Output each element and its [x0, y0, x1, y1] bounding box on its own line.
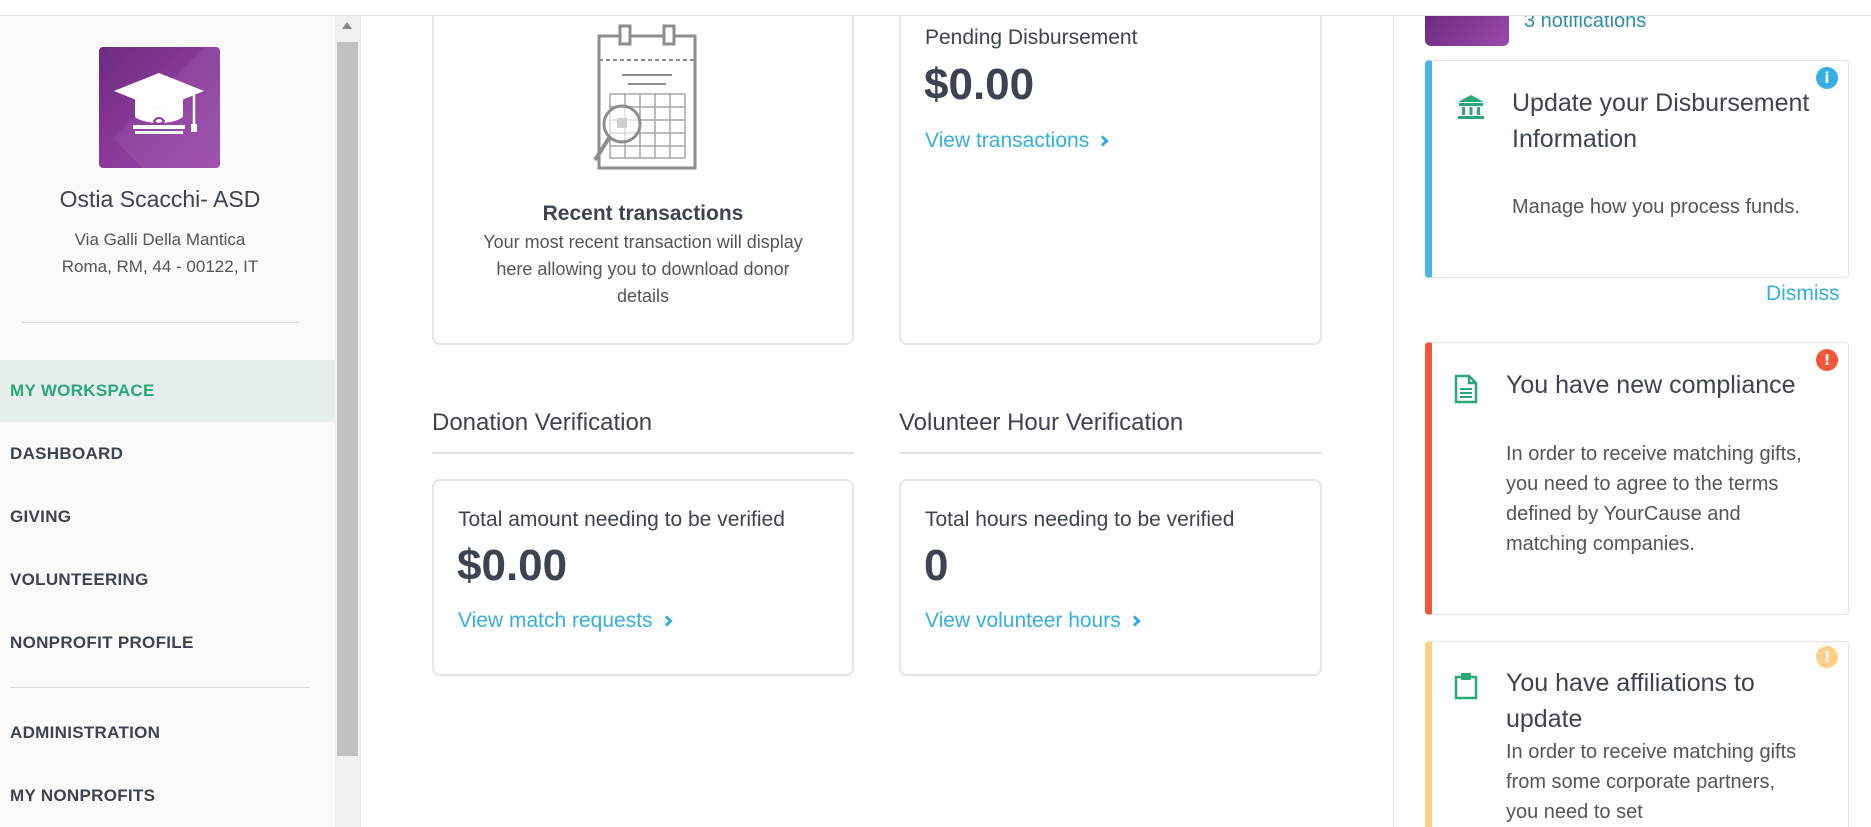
- info-icon: i: [1816, 67, 1838, 89]
- notification-disbursement[interactable]: Update your Disbursement Information Man…: [1425, 60, 1849, 278]
- nav-my-nonprofits[interactable]: MY NONPROFITS: [0, 765, 335, 827]
- recent-transactions-card: Recent transactions Your most recent tra…: [432, 0, 854, 345]
- nav-my-workspace[interactable]: MY WORKSPACE: [0, 360, 335, 422]
- notifications-divider: [1393, 16, 1394, 827]
- view-transactions-label[interactable]: View transactions: [925, 129, 1089, 152]
- scroll-thumb[interactable]: [337, 42, 358, 756]
- top-bar: [0, 0, 1871, 16]
- document-icon: [1454, 374, 1478, 404]
- amount-to-verify-value: $0.00: [457, 541, 568, 590]
- nav-administration[interactable]: ADMINISTRATION: [0, 702, 335, 764]
- notification-body: In order to receive matching gifts, you …: [1506, 443, 1802, 555]
- dismiss-button[interactable]: Dismiss: [1766, 282, 1840, 306]
- view-match-requests-label[interactable]: View match requests: [458, 609, 653, 632]
- org-logo: [99, 47, 220, 168]
- section-divider: [899, 452, 1322, 454]
- sidebar-scrollbar[interactable]: [335, 16, 360, 827]
- nav-giving[interactable]: GIVING: [0, 486, 335, 548]
- clipboard-icon: [1454, 673, 1478, 700]
- nav-dashboard[interactable]: DASHBOARD: [0, 423, 335, 485]
- donation-verification-card: Total amount needing to be verified $0.0…: [432, 479, 854, 676]
- calendar-search-icon: [593, 24, 697, 170]
- view-volunteer-hours-label[interactable]: View volunteer hours: [925, 609, 1121, 632]
- pending-disbursement-card: Pending Disbursement $0.00 View transact…: [899, 0, 1322, 345]
- pending-disbursement-amount: $0.00: [924, 60, 1035, 109]
- view-match-requests-link[interactable]: View match requests: [458, 609, 673, 633]
- recent-transactions-title: Recent transactions: [542, 202, 744, 225]
- notification-title: You have new compliance: [1506, 371, 1796, 399]
- org-name: Ostia Scacchi- ASD: [59, 186, 261, 212]
- view-transactions-link[interactable]: View transactions: [925, 129, 1109, 153]
- address-line-1: Via Galli Della Mantica: [74, 230, 246, 249]
- view-volunteer-hours-link[interactable]: View volunteer hours: [925, 609, 1141, 633]
- volunteer-verification-heading: Volunteer Hour Verification: [899, 409, 1184, 436]
- hours-to-verify-title: Total hours needing to be verified: [925, 508, 1235, 531]
- chevron-right-icon: [1097, 135, 1109, 147]
- scroll-up-arrow-icon[interactable]: [342, 22, 352, 29]
- main-divider: [360, 16, 361, 827]
- section-divider: [432, 452, 854, 454]
- notification-body: In order to receive matching gifts from …: [1506, 741, 1797, 823]
- nav-volunteering[interactable]: VOLUNTEERING: [0, 549, 335, 611]
- notification-affiliations[interactable]: You have affiliations to update In order…: [1425, 641, 1849, 827]
- sidebar: Ostia Scacchi- ASD Via Galli Della Manti…: [0, 16, 335, 827]
- alert-icon: !: [1816, 349, 1838, 371]
- notification-compliance[interactable]: You have new compliance In order to rece…: [1425, 342, 1849, 615]
- amount-to-verify-title: Total amount needing to be verified: [458, 508, 785, 531]
- org-address: Via Galli Della Mantica Roma, RM, 44 - 0…: [0, 226, 320, 280]
- recent-transactions-body: Your most recent transaction will displa…: [483, 232, 803, 306]
- nav-nonprofit-profile[interactable]: NONPROFIT PROFILE: [0, 612, 335, 674]
- pending-disbursement-title: Pending Disbursement: [925, 26, 1138, 49]
- bank-icon: [1458, 95, 1484, 119]
- warning-icon: !: [1816, 646, 1838, 668]
- hours-to-verify-value: 0: [924, 541, 949, 590]
- notification-title: Update your Disbursement Information: [1512, 89, 1810, 153]
- sidebar-divider: [22, 322, 299, 323]
- address-line-2: Roma, RM, 44 - 00122, IT: [61, 257, 259, 276]
- chevron-right-icon: [1129, 615, 1141, 627]
- sidebar-divider: [10, 687, 310, 688]
- donation-verification-heading: Donation Verification: [432, 409, 653, 436]
- volunteer-verification-card: Total hours needing to be verified 0 Vie…: [899, 479, 1322, 676]
- org-logo-thumbnail: [1425, 16, 1509, 46]
- notification-body: Manage how you process funds.: [1512, 196, 1800, 218]
- graduation-cap-icon: [114, 73, 204, 134]
- notification-title: You have affiliations to update: [1506, 669, 1755, 733]
- chevron-right-icon: [660, 615, 673, 627]
